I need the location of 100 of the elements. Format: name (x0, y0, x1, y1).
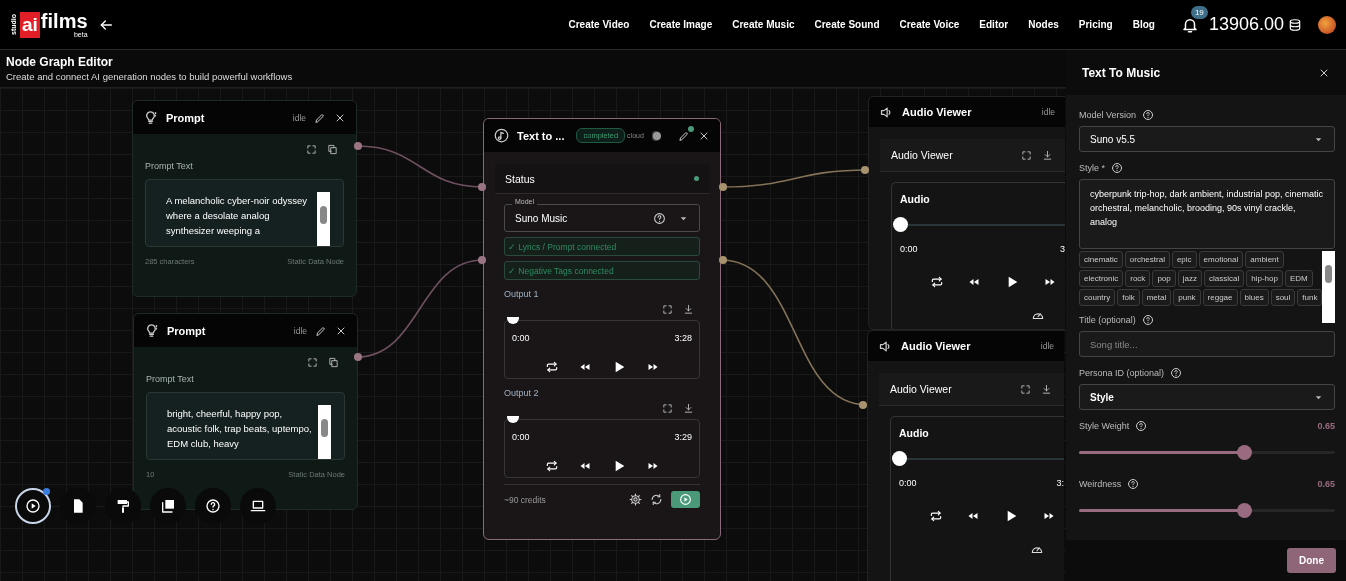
port-dot[interactable] (354, 353, 362, 361)
nav-link[interactable]: Pricing (1078, 19, 1113, 30)
expand-icon[interactable] (1021, 149, 1032, 161)
style-tag[interactable]: punk (1173, 289, 1201, 306)
style-tag[interactable]: classical (1203, 270, 1245, 287)
edit-icon[interactable] (678, 129, 690, 142)
style-tag[interactable]: folk (1117, 289, 1140, 306)
repeat-icon[interactable] (930, 275, 944, 289)
port-dot[interactable] (861, 166, 869, 174)
rewind-icon[interactable] (968, 276, 980, 288)
download-icon[interactable] (683, 304, 694, 315)
progress-thumb[interactable] (893, 217, 908, 232)
download-icon[interactable] (1042, 149, 1053, 161)
nav-link[interactable]: Nodes (1028, 19, 1059, 30)
port-dot[interactable] (719, 183, 727, 191)
help-icon[interactable] (1135, 420, 1148, 432)
style-tag[interactable]: emotional (1198, 251, 1244, 268)
audio-viewer-node[interactable]: Audio Viewer idle Audio Viewer Audio 0:00 3: (867, 330, 1064, 581)
download-icon[interactable] (1041, 383, 1052, 395)
progress-thumb[interactable] (507, 416, 519, 423)
expand-icon[interactable] (662, 403, 673, 414)
style-tag[interactable]: EDM (1284, 270, 1313, 287)
copy-icon[interactable] (327, 144, 338, 155)
download-icon[interactable] (683, 403, 694, 414)
copy-icon[interactable] (328, 357, 339, 368)
style-tag[interactable]: funk (1297, 289, 1323, 306)
nav-link[interactable]: Editor (979, 19, 1009, 30)
scrollbar[interactable] (317, 192, 330, 246)
refresh-icon[interactable] (650, 493, 663, 506)
style-tag[interactable]: soul (1270, 289, 1296, 306)
nav-link[interactable]: Create Video (568, 19, 630, 30)
style-tag[interactable]: ambient (1245, 251, 1284, 268)
persona-select[interactable]: Style (1079, 384, 1335, 410)
play-icon (679, 493, 692, 506)
style-tag[interactable]: orchestral (1124, 251, 1170, 268)
style-tag[interactable]: blues (1239, 289, 1269, 306)
slider-thumb[interactable] (1237, 503, 1253, 518)
field-label: Model Version (1079, 110, 1137, 120)
expand-icon[interactable] (662, 304, 673, 315)
help-icon[interactable] (1127, 478, 1140, 490)
style-tag[interactable]: metal (1141, 289, 1172, 306)
style-tag[interactable]: jazz (1177, 270, 1202, 287)
slider-value: 0.65 (1317, 479, 1335, 489)
port-dot[interactable] (478, 183, 486, 191)
scrollbar[interactable] (318, 405, 331, 459)
repeat-icon[interactable] (545, 459, 559, 473)
rewind-icon[interactable] (967, 510, 979, 522)
run-button[interactable] (671, 491, 700, 508)
nav-link[interactable]: Create Music (732, 19, 795, 30)
rewind-icon[interactable] (579, 460, 591, 472)
images-icon (160, 498, 176, 514)
port-dot[interactable] (859, 401, 867, 409)
progress-thumb[interactable] (507, 317, 519, 324)
port-dot[interactable] (719, 256, 727, 264)
current-time: 0:00 (899, 478, 917, 488)
style-tag[interactable]: electronic (1079, 270, 1124, 287)
done-button[interactable]: Done (1287, 548, 1336, 573)
style-tag[interactable]: cinematic (1079, 251, 1123, 268)
repeat-icon[interactable] (545, 360, 559, 374)
nav-link[interactable]: Blog (1132, 19, 1155, 30)
status-label: idle (1041, 107, 1055, 117)
model-version-select[interactable]: Suno v5.5 (1079, 126, 1335, 152)
scrollbar[interactable] (1322, 251, 1335, 323)
help-icon[interactable] (1111, 162, 1123, 174)
help-icon[interactable] (653, 211, 666, 225)
help-icon[interactable] (1170, 367, 1183, 379)
edit-icon[interactable] (315, 324, 327, 337)
player-title: Audio (899, 427, 930, 439)
style-tag[interactable]: pop (1152, 270, 1176, 287)
cloud-toggle[interactable] (651, 130, 660, 141)
nav-link[interactable]: Create Voice (899, 19, 960, 30)
nav-link[interactable]: Create Sound (814, 19, 880, 30)
expand-icon[interactable] (1020, 383, 1031, 395)
edit-icon[interactable] (314, 111, 326, 124)
help-icon[interactable] (1142, 109, 1155, 121)
database-icon (1288, 16, 1302, 33)
style-tag[interactable]: reggae (1202, 289, 1238, 306)
progress-thumb[interactable] (892, 451, 907, 466)
rewind-icon[interactable] (579, 361, 591, 373)
prompt-text-area[interactable]: bright, cheerful, happy pop, acoustic folk, trap beats, uptempo, EDM club, heavy (146, 392, 345, 460)
style-tag[interactable]: epic (1171, 251, 1197, 268)
style-tag[interactable]: rock (1125, 270, 1151, 287)
style-tag[interactable]: country (1079, 289, 1116, 306)
expand-icon[interactable] (306, 144, 317, 155)
current-time: 0:00 (900, 244, 918, 254)
audio-viewer-node[interactable]: Audio Viewer idle Audio Viewer Audio 0:00 3 (868, 96, 1065, 330)
style-tag[interactable]: hip-hop (1246, 270, 1283, 287)
port-dot[interactable] (478, 256, 486, 264)
title-input-field[interactable]: Song title... (1079, 331, 1335, 357)
nav-link[interactable]: Create Image (649, 19, 713, 30)
prompt-text-area[interactable]: A melancholic cyber-noir odyssey where a desolate analog synthesizer weeping a (145, 179, 344, 247)
style-text-area[interactable]: cyberpunk trip-hop, dark ambient, industrial pop, cinematic orchestral, melancholic, brooding, 90s vinyl crackle, analog (1079, 179, 1335, 249)
repeat-icon[interactable] (929, 509, 943, 523)
slider-thumb[interactable] (1237, 445, 1253, 460)
model-select[interactable]: Suno Music (504, 204, 700, 232)
help-icon[interactable] (1141, 314, 1154, 326)
expand-icon[interactable] (307, 357, 318, 368)
avatar[interactable] (1318, 15, 1336, 34)
port-dot[interactable] (354, 142, 362, 150)
settings-icon[interactable] (629, 493, 642, 506)
